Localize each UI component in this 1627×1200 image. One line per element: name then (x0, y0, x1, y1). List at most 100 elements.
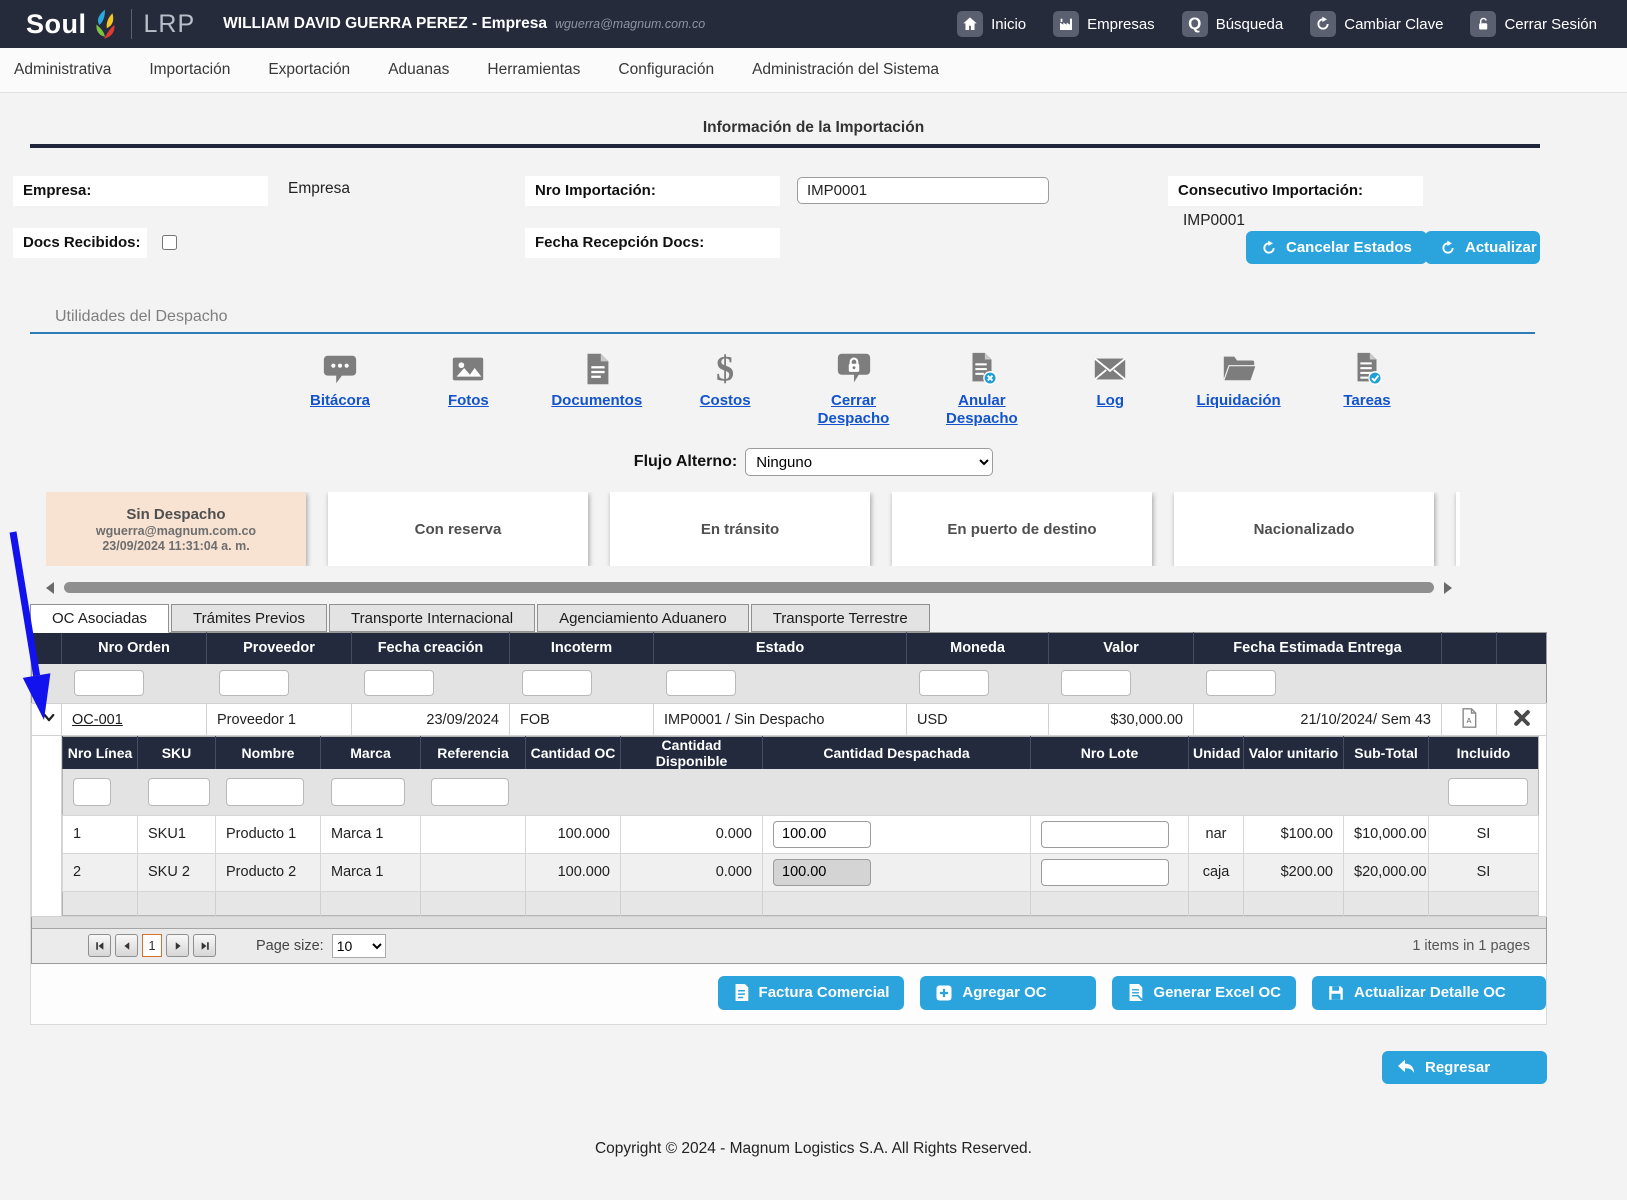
close-icon (1513, 709, 1531, 727)
filter-nro-orden[interactable] (74, 670, 144, 696)
regresar-button[interactable]: Regresar (1382, 1051, 1547, 1084)
filter-moneda[interactable] (919, 670, 989, 696)
dcol-cantidad-despachada[interactable]: Cantidad Despachada (763, 737, 1031, 770)
nav-inicio[interactable]: Inicio (957, 11, 1026, 37)
pdf-cell[interactable]: A (1442, 704, 1497, 736)
log-link[interactable]: Log (1062, 350, 1158, 428)
remove-oc-cell[interactable] (1497, 704, 1547, 736)
dfilter-referencia[interactable] (431, 778, 509, 806)
filter-incoterm[interactable] (522, 670, 592, 696)
cantidad-despachada-input-1[interactable] (773, 821, 871, 848)
current-page-button[interactable]: 1 (142, 934, 162, 957)
dcol-nro-lote[interactable]: Nro Lote (1031, 737, 1189, 770)
tab-oc-asociadas[interactable]: OC Asociadas (30, 604, 169, 633)
tab-tramites-previos[interactable]: Trámites Previos (171, 604, 327, 632)
stage-sin-despacho[interactable]: Sin Despacho wguerra@magnum.com.co 23/09… (46, 492, 306, 566)
dcol-nombre[interactable]: Nombre (216, 737, 321, 770)
dcol-cantidad-oc[interactable]: Cantidad OC (526, 737, 621, 770)
dfilter-nombre[interactable] (226, 778, 304, 806)
col-proveedor[interactable]: Proveedor (207, 633, 352, 664)
top-header: Soul LRP WILLIAM DAVID GUERRA PEREZ - Em… (0, 0, 1627, 48)
dfilter-nro-linea[interactable] (73, 778, 111, 806)
tab-transporte-terrestre[interactable]: Transporte Terrestre (751, 604, 930, 632)
filter-estado[interactable] (666, 670, 736, 696)
col-fecha-creacion[interactable]: Fecha creación (352, 633, 510, 664)
agregar-oc-button[interactable]: Agregar OC (920, 976, 1096, 1010)
tareas-link[interactable]: Tareas (1319, 350, 1415, 428)
dcol-referencia[interactable]: Referencia (421, 737, 526, 770)
cancelar-estados-button[interactable]: Cancelar Estados (1246, 231, 1427, 264)
dfilter-incluido[interactable] (1448, 778, 1528, 806)
page-size-select[interactable]: 10 (332, 934, 386, 958)
nro-lote-input-1[interactable] (1041, 821, 1169, 848)
col-valor[interactable]: Valor (1049, 633, 1194, 664)
expand-row-cell[interactable] (32, 704, 62, 736)
dcol-valor-unitario[interactable]: Valor unitario (1244, 737, 1344, 770)
menu-exportacion[interactable]: Exportación (268, 61, 350, 79)
menu-configuracion[interactable]: Configuración (618, 61, 714, 79)
col-fecha-entrega[interactable]: Fecha Estimada Entrega (1194, 633, 1442, 664)
nav-cerrar-sesion[interactable]: Cerrar Sesión (1470, 11, 1597, 37)
scroll-left-arrow-icon[interactable] (46, 582, 54, 594)
liquidacion-link[interactable]: Liquidación (1191, 350, 1287, 428)
stage-en-transito[interactable]: En tránsito (610, 492, 870, 566)
dcell-cantidad-disponible: 0.000 (621, 853, 763, 891)
documentos-link[interactable]: Documentos (549, 350, 645, 428)
anular-despacho-link[interactable]: Anular Despacho (934, 350, 1030, 428)
next-page-button[interactable] (166, 934, 189, 957)
top-nav: Inicio Empresas Q Búsqueda Cambiar Clave (957, 11, 1597, 37)
menu-admin-sistema[interactable]: Administración del Sistema (752, 61, 939, 79)
dcol-unidad[interactable]: Unidad (1189, 737, 1244, 770)
stage-clipped[interactable] (1456, 492, 1460, 566)
stage-en-puerto[interactable]: En puerto de destino (892, 492, 1152, 566)
filter-valor[interactable] (1061, 670, 1131, 696)
costos-link[interactable]: $ Costos (677, 350, 773, 428)
tab-agenciamiento-aduanero[interactable]: Agenciamiento Aduanero (537, 604, 749, 632)
first-page-button[interactable] (88, 934, 111, 957)
prev-page-button[interactable] (115, 934, 138, 957)
dcol-nro-linea[interactable]: Nro Línea (63, 737, 138, 770)
menu-aduanas[interactable]: Aduanas (388, 61, 449, 79)
brand-divider (131, 9, 132, 39)
generar-excel-button[interactable]: Generar Excel OC (1112, 976, 1296, 1010)
scroll-right-arrow-icon[interactable] (1444, 582, 1452, 594)
dcol-incluido[interactable]: Incluido (1429, 737, 1539, 770)
flujo-alterno-select[interactable]: Ninguno (745, 448, 993, 476)
bitacora-link[interactable]: Bitácora (292, 350, 388, 428)
dcol-marca[interactable]: Marca (321, 737, 421, 770)
dfilter-marca[interactable] (331, 778, 405, 806)
factura-comercial-button[interactable]: Factura Comercial (718, 976, 905, 1010)
actualizar-detalle-button[interactable]: Actualizar Detalle OC (1312, 976, 1546, 1010)
tab-transporte-internacional[interactable]: Transporte Internacional (329, 604, 535, 632)
actualizar-button[interactable]: Actualizar (1425, 231, 1540, 264)
col-moneda[interactable]: Moneda (907, 633, 1049, 664)
col-nro-orden[interactable]: Nro Orden (62, 633, 207, 664)
menu-herramientas[interactable]: Herramientas (487, 61, 580, 79)
nav-cambiar-clave[interactable]: Cambiar Clave (1310, 11, 1443, 37)
last-page-button[interactable] (193, 934, 216, 957)
docs-recibidos-checkbox[interactable] (162, 235, 177, 250)
filter-proveedor[interactable] (219, 670, 289, 696)
fotos-link[interactable]: Fotos (420, 350, 516, 428)
col-estado[interactable]: Estado (654, 633, 907, 664)
filter-fecha-entrega[interactable] (1206, 670, 1276, 696)
nav-busqueda[interactable]: Q Búsqueda (1182, 11, 1284, 37)
filter-fecha-creacion[interactable] (364, 670, 434, 696)
stage-con-reserva[interactable]: Con reserva (328, 492, 588, 566)
cerrar-despacho-link[interactable]: Cerrar Despacho (806, 350, 902, 428)
dfilter-sku[interactable] (148, 778, 210, 806)
dcol-cantidad-disponible[interactable]: Cantidad Disponible (621, 737, 763, 770)
dcell-nombre: Producto 2 (216, 853, 321, 891)
nro-importacion-input[interactable] (797, 177, 1049, 204)
cantidad-despachada-input-2[interactable] (773, 859, 871, 886)
nro-lote-input-2[interactable] (1041, 859, 1169, 886)
stage-nacionalizado[interactable]: Nacionalizado (1174, 492, 1434, 566)
scrollbar-thumb[interactable] (64, 582, 1434, 593)
oc-001-link[interactable]: OC-001 (72, 712, 123, 728)
col-incoterm[interactable]: Incoterm (510, 633, 654, 664)
dcol-sku[interactable]: SKU (138, 737, 216, 770)
dcol-subtotal[interactable]: Sub-Total (1344, 737, 1429, 770)
nav-empresas[interactable]: Empresas (1053, 11, 1155, 37)
menu-administrativa[interactable]: Administrativa (14, 61, 111, 79)
menu-importacion[interactable]: Importación (149, 61, 230, 79)
